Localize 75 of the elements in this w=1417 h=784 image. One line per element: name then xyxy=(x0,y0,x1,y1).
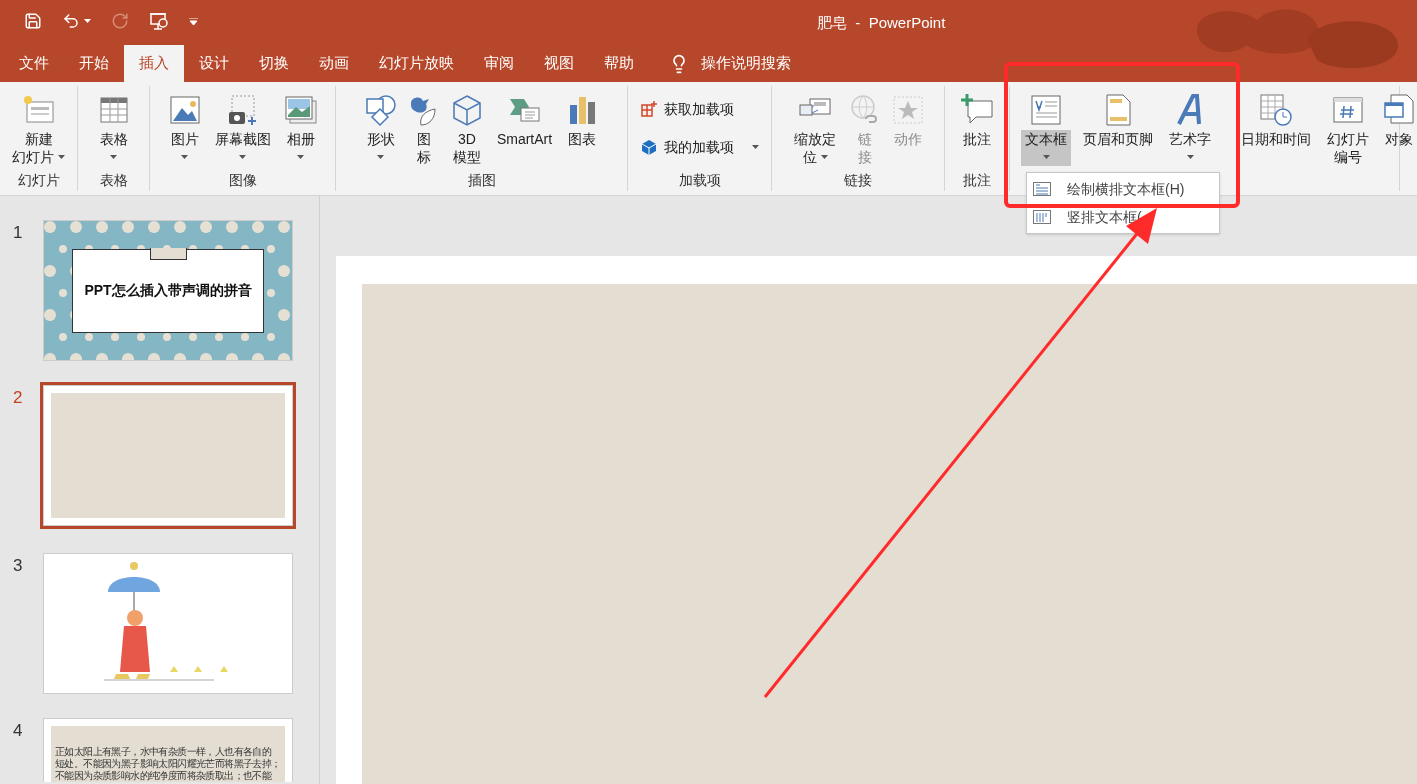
caret-icon xyxy=(1042,155,1050,159)
group-label: 加载项 xyxy=(678,170,721,190)
ribbon-tab[interactable]: 幻灯片放映 xyxy=(364,45,469,82)
caret-icon xyxy=(297,155,304,159)
ribbon-tab[interactable]: 设计 xyxy=(184,45,244,82)
slide-text-line: 短处。不能因为黑子影响太阳闪耀光芒而将黑子去掉； xyxy=(55,758,281,770)
ribbon-button[interactable]: 图 标 xyxy=(402,86,445,166)
ribbon-button[interactable]: 图表 xyxy=(560,86,605,148)
ribbon-tab[interactable]: 动画 xyxy=(304,45,364,82)
ribbon-button[interactable]: 幻灯片 编号 xyxy=(1319,86,1377,166)
caret-icon xyxy=(820,155,828,159)
caret-icon xyxy=(110,155,117,159)
caret-icon xyxy=(239,155,246,159)
ribbon-button[interactable]: 图片 xyxy=(162,86,207,166)
caret-icon xyxy=(377,155,385,159)
slide-number: 1 xyxy=(12,222,24,244)
calendar-clock-icon xyxy=(1259,93,1293,127)
undo-icon[interactable] xyxy=(62,12,80,30)
photo-album-icon xyxy=(283,93,318,127)
caret-icon xyxy=(1186,155,1194,159)
ribbon-button[interactable]: 获取加载项 xyxy=(636,94,763,124)
group-label: 幻灯片 xyxy=(17,170,60,190)
group-label: 表格 xyxy=(99,170,128,190)
slide-text-line: 正如太阳上有黑子，水中有杂质一样，人也有各自的 xyxy=(55,746,272,758)
group-label: 插图 xyxy=(467,170,496,190)
caret-icon xyxy=(752,145,759,149)
text-box-icon xyxy=(1029,93,1063,127)
slide-title: PPT怎么插入带声调的拼音 xyxy=(84,281,252,300)
ribbon-button[interactable]: 3D 模型 xyxy=(444,86,489,166)
title-tab xyxy=(150,248,187,260)
ribbon-button[interactable]: 页眉和页脚 xyxy=(1075,86,1161,148)
group-label: 图像 xyxy=(228,170,257,190)
caret-icon xyxy=(58,155,65,159)
group-label: 批注 xyxy=(963,170,991,190)
ribbon-button[interactable]: 我的加载项 xyxy=(636,132,763,162)
ribbon-button[interactable]: 表格 xyxy=(91,86,136,166)
ribbon-button[interactable]: SmartArt xyxy=(488,86,561,148)
ribbon-tab[interactable]: 视图 xyxy=(529,45,589,82)
ribbon-tab[interactable]: 切换 xyxy=(244,45,304,82)
group-label: 链接 xyxy=(844,170,872,190)
ribbon-button[interactable]: 对象 xyxy=(1377,86,1417,148)
shapes-icon xyxy=(363,93,398,127)
store-icon xyxy=(640,100,658,118)
ribbon-button[interactable]: 批注 xyxy=(955,86,999,148)
ribbon-tab[interactable]: 插入 xyxy=(124,45,184,82)
slide-number: 3 xyxy=(12,555,24,577)
ribbon-button[interactable]: 新建 幻灯片 xyxy=(4,86,73,166)
ribbon-button[interactable]: 屏幕截图 xyxy=(206,86,279,166)
slide-text-line: 不能因为杂质影响水的纯净度而将杂质取出；也不能 xyxy=(55,770,272,782)
slide-number: 4 xyxy=(12,720,24,742)
window-title: 肥皂 - PowerPoint xyxy=(817,13,946,33)
ribbon-button[interactable]: 缩放定 位 xyxy=(786,86,844,166)
presentation-icon[interactable] xyxy=(149,11,169,31)
ribbon-tab[interactable]: 审阅 xyxy=(469,45,529,82)
customize-icon[interactable] xyxy=(189,17,198,25)
ribbon-tab[interactable]: 文件 xyxy=(4,45,64,82)
menu-item[interactable]: 绘制横排文本框(H) xyxy=(1027,175,1219,203)
ribbon-button[interactable]: 形状 xyxy=(358,86,403,166)
picture-icon xyxy=(167,93,202,127)
slide-thumbnail[interactable]: PPT怎么插入带声调的拼音 xyxy=(43,220,293,361)
ribbon-button[interactable]: 相册 xyxy=(278,86,323,166)
caret-icon[interactable] xyxy=(84,19,91,23)
vertical-text-box-icon xyxy=(1033,210,1051,224)
slide-number: 2 xyxy=(12,387,24,409)
ribbon-tab[interactable]: 帮助 xyxy=(589,45,649,82)
caret-icon xyxy=(181,155,188,159)
ribbon-button[interactable]: 文本框 xyxy=(1017,86,1075,166)
ribbon-tab[interactable]: 开始 xyxy=(64,45,124,82)
save-icon[interactable] xyxy=(24,12,42,30)
tell-me-field[interactable]: 操作说明搜索 xyxy=(701,52,821,75)
ribbon-button[interactable]: 日期和时间 xyxy=(1233,86,1319,148)
slide-thumbnail[interactable]: 正如太阳上有黑子，水中有杂质一样，人也有各自的 短处。不能因为黑子影响太阳闪耀光芒而将黑子去掉； 不能因为杂质影响水的纯净度而将杂质取出；也不能 xyxy=(43,718,293,782)
cube-icon xyxy=(640,138,658,156)
horizontal-text-box-icon xyxy=(1033,182,1051,196)
ribbon-button[interactable]: 艺术字 xyxy=(1161,86,1219,166)
